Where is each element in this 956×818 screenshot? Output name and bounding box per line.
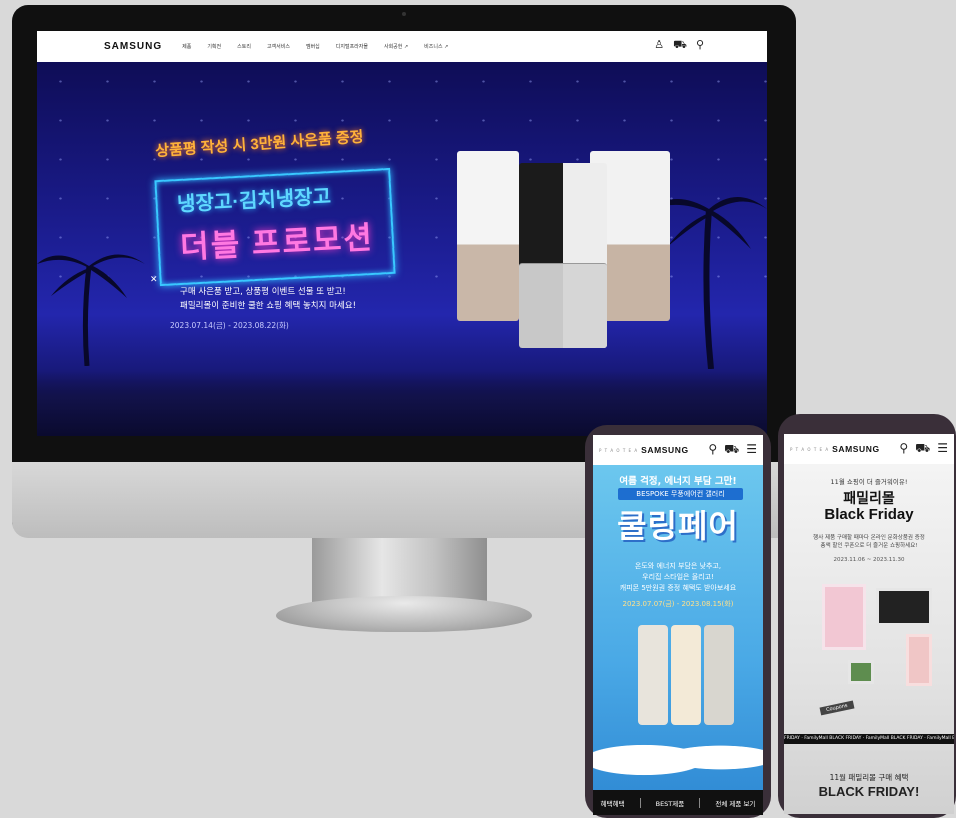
bottom-tabs: 혜택혜택 BEST제품 전체 제품 보기 xyxy=(593,790,763,815)
banner-title: 쿨링페어 xyxy=(617,508,739,544)
hero-description-1: 구매 사은품 받고, 상품평 이벤트 선물 또 받고! xyxy=(180,287,346,297)
fridge-pink xyxy=(822,584,866,650)
menu-item-digital-plaza[interactable]: 디지털프라자몰 xyxy=(336,43,368,50)
banner-desc-1: 온도와 에너지 부담은 낮추고, xyxy=(634,562,722,570)
phone-right: 11월 쇼핑이 더 즐거워이유! 패밀리몰 Black Friday 행사 제품… xyxy=(778,414,956,818)
menu-item-story[interactable]: 스토리 xyxy=(237,43,251,50)
samsung-logo[interactable]: SAMSUNG xyxy=(641,445,689,455)
user-icon[interactable]: ♙ xyxy=(654,39,664,50)
camera xyxy=(402,12,406,16)
mobile-icons: ⚲ ⛟ ☰ xyxy=(708,443,757,455)
cart-icon[interactable]: ⛟ xyxy=(724,443,739,455)
nav-icons: ♙ ⛟ ⚲ xyxy=(654,39,704,50)
menu-icon[interactable]: ☰ xyxy=(746,443,757,455)
banner-small-text: 11월 쇼핑이 더 즐거워이유! xyxy=(830,478,908,486)
banner-desc-1: 행사 제품 구매할 때마다 온라인 문화상품권 증정 xyxy=(813,535,925,541)
cart-icon[interactable]: ⛟ xyxy=(673,39,687,50)
air-conditioner-1 xyxy=(638,625,668,725)
cart-icon[interactable]: ⛟ xyxy=(915,442,930,454)
menu-item-support[interactable]: 고객서비스 xyxy=(267,43,290,50)
palm-tree-left xyxy=(37,254,145,366)
tab-best[interactable]: BEST제품 xyxy=(656,798,685,808)
top-navbar: SAMSUNG 제품 기획전 스토리 고객서비스 멤버십 디지털프라자몰 사회공… xyxy=(37,31,767,62)
bottom-text-1: 11월 패밀리몰 구매 혜택 xyxy=(829,773,909,782)
menu-icon[interactable]: ☰ xyxy=(937,442,948,454)
banner-date: 2023.11.06 ~ 2023.11.30 xyxy=(833,557,905,563)
menu-item-business[interactable]: 비즈니스 ↗ xyxy=(424,43,448,50)
family-mall-logo: P T A O T E A xyxy=(599,447,639,453)
menu-item-social[interactable]: 사회공헌 ↗ xyxy=(384,43,408,50)
desktop-screen: 상품평 작성 시 3만원 사은품 증정 냉장고·김치냉장고 더블 프로모션 ✕ … xyxy=(37,31,767,436)
banner-title-1: 패밀리몰 xyxy=(843,491,895,507)
menu-item-membership[interactable]: 멤버십 xyxy=(306,43,320,50)
hero-date: 2023.07.14(금) - 2023.08.22(화) xyxy=(170,321,289,330)
ticker: FRIDAY · FamilyMall BLACK FRIDAY · Famil… xyxy=(784,734,954,744)
phone-left: 여름 걱정, 에너지 부담 그만! BESPOKE 무풍에어컨 갤러리 쿨링페어… xyxy=(585,425,771,818)
banner-date: 2023.07.07(금) - 2023.08.15(화) xyxy=(622,600,734,608)
mobile-header: P T A O T E A SAMSUNG ⚲ ⛟ ☰ xyxy=(784,434,954,464)
search-icon[interactable]: ⚲ xyxy=(899,442,908,454)
search-icon[interactable]: ⚲ xyxy=(696,39,704,50)
tab-benefits[interactable]: 혜택혜택 xyxy=(601,798,625,808)
banner-desc-2: 총액 할인 쿠폰으로 더 즐거운 쇼핑하세요! xyxy=(820,543,918,549)
dryer-pink xyxy=(906,634,932,686)
search-icon[interactable]: ⚲ xyxy=(708,443,717,455)
promo-banner: 여름 걱정, 에너지 부담 그만! BESPOKE 무풍에어컨 갤러리 쿨링페어… xyxy=(593,465,763,815)
banner-desc-2: 우리집 스타일은 올리고! xyxy=(642,573,714,581)
refrigerator-center-lower xyxy=(519,263,607,348)
banner-title-2: Black Friday xyxy=(824,506,914,523)
air-conditioner-2 xyxy=(671,625,701,725)
oven-black xyxy=(876,588,932,626)
samsung-logo[interactable]: SAMSUNG xyxy=(832,444,880,454)
mobile-header: P T A O T E A SAMSUNG ⚲ ⛟ ☰ xyxy=(593,435,763,465)
main-menu: 제품 기획전 스토리 고객서비스 멤버십 디지털프라자몰 사회공헌 ↗ 비즈니스… xyxy=(182,43,448,50)
banner-line-1: 여름 걱정, 에너지 부담 그만! xyxy=(619,476,737,487)
coupon-tag: Coupons xyxy=(819,700,855,716)
close-icon: ✕ xyxy=(150,275,158,285)
cloud-decoration xyxy=(593,730,763,780)
mobile-icons: ⚲ ⛟ ☰ xyxy=(899,442,948,454)
phone-right-screen: 11월 쇼핑이 더 즐거워이유! 패밀리몰 Black Friday 행사 제품… xyxy=(784,434,954,814)
promo-banner: 11월 쇼핑이 더 즐거워이유! 패밀리몰 Black Friday 행사 제품… xyxy=(784,464,954,814)
refrigerator-left xyxy=(457,151,519,321)
banner-desc-3: 캐피몬 5만원권 증정 혜택도 받아보세요 xyxy=(619,584,737,592)
cooktop-green xyxy=(848,660,874,684)
air-conditioner-3 xyxy=(704,625,734,725)
samsung-logo[interactable]: SAMSUNG xyxy=(104,41,162,52)
family-mall-logo: P T A O T E A xyxy=(790,446,830,452)
banner-line-2: BESPOKE 무풍에어컨 갤러리 xyxy=(618,488,743,500)
phone-left-screen: 여름 걱정, 에너지 부담 그만! BESPOKE 무풍에어컨 갤러리 쿨링페어… xyxy=(593,435,763,815)
menu-item-products[interactable]: 제품 xyxy=(182,43,191,50)
menu-item-promotions[interactable]: 기획전 xyxy=(207,43,221,50)
hero-description-2: 패밀리몰이 준비한 쿨한 쇼핑 혜택 놓치지 마세요! xyxy=(180,301,357,311)
tab-divider xyxy=(639,798,641,808)
imac-stand-base xyxy=(276,596,532,632)
tab-all-products[interactable]: 전체 제품 보기 xyxy=(715,798,755,808)
imac-stand xyxy=(312,538,487,602)
bottom-text-2: BLACK FRIDAY! xyxy=(818,784,920,799)
tab-divider xyxy=(699,798,701,808)
